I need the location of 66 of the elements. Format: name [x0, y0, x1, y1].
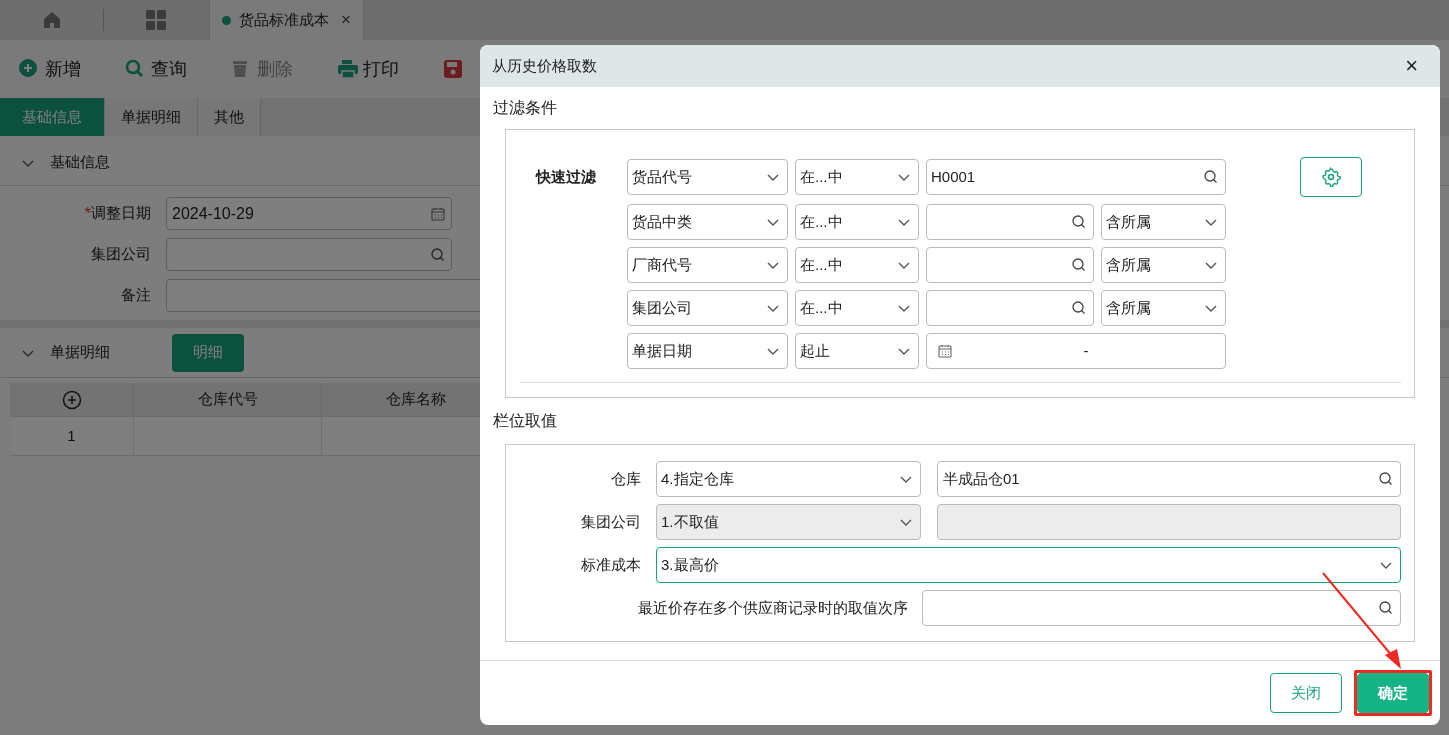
operator-dropdown[interactable]: 在...中	[795, 290, 919, 326]
field-label: 最近价存在多个供应商记录时的取值次序	[637, 597, 909, 618]
scope-dropdown[interactable]: 含所属	[1101, 247, 1226, 283]
form-tab[interactable]: 其他	[198, 98, 261, 136]
operator-dropdown[interactable]: 在...中	[795, 159, 919, 195]
section-title: 单据明细	[50, 342, 111, 363]
field-label: 备注	[121, 285, 151, 306]
section-heading: 过滤条件	[493, 98, 558, 118]
page-tab[interactable]: 货品标准成本 ×	[209, 0, 364, 40]
field-label: 集团公司	[580, 511, 642, 532]
field-dropdown[interactable]: 集团公司	[627, 290, 788, 326]
operator-dropdown[interactable]: 在...中	[795, 204, 919, 240]
search-icon	[1378, 600, 1394, 616]
toolbar-button[interactable]: 查询	[125, 55, 187, 83]
date-range-field[interactable]: -	[926, 333, 1226, 369]
grid-icon[interactable]	[144, 9, 167, 31]
required-mark: *	[84, 202, 91, 225]
column-header: 仓库名称	[385, 389, 446, 410]
home-icon[interactable]	[41, 10, 62, 30]
scope-dropdown[interactable]: 含所属	[1101, 290, 1226, 326]
field-label: 仓库	[610, 468, 642, 489]
search-field[interactable]	[926, 204, 1094, 240]
field-dropdown[interactable]: 货品中类	[627, 204, 788, 240]
search-icon	[1203, 169, 1219, 185]
row-number: 1	[67, 425, 76, 446]
field-label: 集团公司	[91, 244, 151, 265]
section-heading: 栏位取值	[493, 411, 558, 431]
field-dropdown[interactable]: 单据日期	[627, 333, 788, 369]
mode-dropdown[interactable]: 4.指定仓库	[656, 461, 921, 497]
search-icon	[1071, 257, 1087, 273]
column-header: 仓库代号	[197, 389, 258, 410]
search-field[interactable]	[926, 247, 1094, 283]
search-icon	[430, 246, 446, 263]
input-field[interactable]	[166, 238, 452, 271]
search-icon	[1378, 471, 1394, 487]
gear-icon	[1321, 167, 1341, 187]
field-label: 标准成本	[580, 554, 642, 575]
field-label: 调整日期	[91, 203, 151, 224]
search-icon	[1071, 214, 1087, 230]
operator-dropdown[interactable]: 在...中	[795, 247, 919, 283]
calendar-icon	[937, 343, 953, 359]
search-field[interactable]	[926, 290, 1094, 326]
mode-dropdown[interactable]: 3.最高价	[656, 547, 1401, 583]
date-field[interactable]: 2024-10-29	[166, 197, 452, 230]
search-icon	[1071, 300, 1087, 316]
close-button[interactable]: ×	[1405, 55, 1418, 77]
settings-button[interactable]	[1300, 157, 1362, 197]
section-title: 基础信息	[50, 152, 111, 173]
toolbar-button[interactable]	[443, 59, 465, 79]
search-field[interactable]: H0001	[926, 159, 1226, 195]
toolbar-button[interactable]: 打印	[337, 55, 399, 83]
calendar-icon	[430, 205, 446, 222]
operator-dropdown[interactable]: 起止	[795, 333, 919, 369]
range-separator: -	[1083, 340, 1089, 361]
close-icon[interactable]: ×	[341, 7, 351, 33]
search-field[interactable]: 半成品仓01	[937, 461, 1401, 497]
scope-dropdown[interactable]: 含所属	[1101, 204, 1226, 240]
printer-icon	[337, 59, 359, 79]
form-tab[interactable]: 单据明细	[105, 98, 198, 136]
field-dropdown[interactable]: 厂商代号	[627, 247, 788, 283]
field-dropdown[interactable]: 货品代号	[627, 159, 788, 195]
filter-label: 快速过滤	[536, 166, 597, 187]
search-field[interactable]	[922, 590, 1401, 626]
toolbar-button[interactable]: 新增	[19, 55, 81, 83]
dialog-title: 从历史价格取数	[492, 55, 598, 76]
add-row-icon[interactable]	[61, 389, 82, 410]
